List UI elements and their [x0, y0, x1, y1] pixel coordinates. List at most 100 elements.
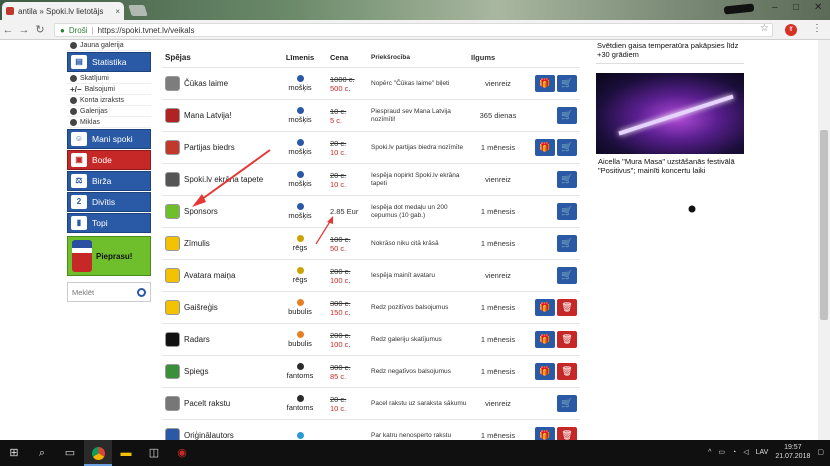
browser-menu-icon[interactable]: ⋮: [812, 23, 822, 34]
sidebar-item-skatijumi[interactable]: Skatījumi: [67, 73, 151, 84]
sidebar-item-galerijas[interactable]: Galerijas: [67, 106, 151, 117]
gift-button[interactable]: 🎁: [535, 363, 555, 380]
reload-icon[interactable]: ↻: [32, 23, 48, 36]
cart-button[interactable]: 🛒: [557, 235, 577, 252]
eye-icon: [70, 74, 77, 82]
sidebar-item-topi[interactable]: ▮ Topi: [67, 213, 151, 233]
gift-button[interactable]: 🎁: [535, 139, 555, 156]
item-name[interactable]: Čūkas laime: [184, 79, 228, 88]
news-item[interactable]: Aicella "Mura Masa" uzstāšanās festivālā…: [596, 154, 744, 178]
sidebar-item-birza[interactable]: ⚖ Birža: [67, 171, 151, 191]
actions-cell: 🛒: [529, 395, 577, 412]
description-cell: Spoki.lv partijas biedra nozīmīte: [371, 143, 464, 151]
item-name[interactable]: Partijas biedrs: [184, 143, 235, 152]
item-name[interactable]: Spoki.lv ekrāna tapete: [184, 175, 263, 184]
duration-cell: 1 mēnesis: [480, 207, 516, 216]
gift-button[interactable]: 🎁: [535, 331, 555, 348]
price-old: 300 c.: [330, 362, 351, 372]
file-explorer-icon[interactable]: ▬: [112, 440, 140, 466]
description-cell: Nopērc "Čūkas laime" biļeti: [371, 79, 450, 87]
header-duration: Ilgums: [471, 53, 496, 62]
item-name[interactable]: Avatara maiņa: [184, 271, 235, 280]
item-name[interactable]: Radars: [184, 335, 210, 344]
windows-start-icon[interactable]: ⊞: [0, 440, 28, 466]
news-image[interactable]: [596, 73, 744, 154]
back-icon[interactable]: ←: [0, 24, 16, 36]
browser-tab[interactable]: antila » Spoki.lv lietotājs ×: [2, 2, 124, 20]
tab-close-icon[interactable]: ×: [115, 7, 120, 16]
extension-icon[interactable]: ff: [785, 24, 797, 36]
level-icon: [296, 363, 304, 370]
cart-button[interactable]: 🛒: [557, 171, 577, 188]
trash-button[interactable]: 🗑: [557, 299, 577, 316]
scrollbar-thumb[interactable]: [820, 130, 828, 320]
site-favicon-icon: [6, 7, 14, 15]
wifi-icon[interactable]: ◔: [732, 449, 736, 456]
item-name[interactable]: Zīmulis: [184, 239, 210, 248]
puzzle-icon: [70, 118, 77, 126]
address-bar[interactable]: ● Droši | https://spoki.tvnet.lv/veikals: [54, 23, 773, 37]
sidebar-item-miklas[interactable]: Miklas: [67, 117, 151, 128]
chrome-icon[interactable]: [84, 440, 112, 466]
level-cell: mošķis: [274, 75, 326, 92]
description-cell: Redz negatīvos balsojumus: [371, 367, 451, 375]
item-name[interactable]: Sponsors: [184, 207, 218, 216]
gift-button[interactable]: 🎁: [535, 427, 555, 440]
item-icon: [165, 364, 180, 379]
sidebar-item-balsojumi[interactable]: +/− Balsojumi: [67, 84, 151, 95]
sidebar-item-jauna-galerija[interactable]: Jauna galerija: [67, 40, 151, 51]
news-item[interactable]: Svētdien gaisa temperatūra pakāpsies līd…: [596, 40, 744, 64]
cart-button[interactable]: 🛒: [557, 107, 577, 124]
app-icon[interactable]: ◉: [168, 440, 196, 466]
sidebar-item-statistika[interactable]: ▤ Statistika: [67, 52, 151, 72]
battery-icon[interactable]: ▭: [718, 448, 725, 456]
sidebar-item-mani-spoki[interactable]: ☺ Mani spoki: [67, 129, 151, 149]
minimize-icon[interactable]: –: [772, 2, 778, 13]
level-icon: [296, 75, 304, 82]
search-icon[interactable]: ⌕: [28, 440, 56, 466]
sidebar-item-bode[interactable]: ▣ Bode: [67, 150, 151, 170]
cart-button[interactable]: 🛒: [557, 75, 577, 92]
item-name[interactable]: Gaišreģis: [184, 303, 218, 312]
pieprasu-banner[interactable]: Pieprasu!: [67, 236, 151, 276]
chevron-up-icon[interactable]: ^: [708, 449, 711, 456]
price-cell: 1000 c. 500 c.: [326, 75, 368, 93]
forward-icon[interactable]: →: [16, 24, 32, 36]
cart-button[interactable]: 🛒: [557, 203, 577, 220]
gift-button[interactable]: 🎁: [535, 299, 555, 316]
gift-button[interactable]: 🎁: [535, 75, 555, 92]
store-icon[interactable]: ◫: [140, 440, 168, 466]
item-icon: [165, 300, 180, 315]
language-indicator[interactable]: LAV: [756, 449, 769, 456]
item-name[interactable]: Mana Latvija!: [184, 111, 232, 120]
price-cell: 20 c. 10 c.: [326, 395, 368, 413]
level-cell: mošķis: [274, 171, 326, 188]
task-view-icon[interactable]: ▭: [56, 440, 84, 466]
level-icon: [296, 203, 304, 210]
trash-button[interactable]: 🗑: [557, 427, 577, 440]
maximize-icon[interactable]: □: [793, 2, 799, 13]
table-row: Sponsors mošķis 2.85 Eur Iespēja dot medaļu…: [162, 195, 580, 227]
trash-button[interactable]: 🗑: [557, 331, 577, 348]
cart-button[interactable]: 🛒: [557, 139, 577, 156]
sidebar-item-konta-izraksts[interactable]: Konta izraksts: [67, 95, 151, 106]
item-name[interactable]: Spiegs: [184, 367, 208, 376]
item-name[interactable]: Pacelt rakstu: [184, 399, 230, 408]
scrollbar[interactable]: [818, 40, 830, 440]
price-new: 10 c.: [330, 179, 347, 189]
close-window-icon[interactable]: ✕: [814, 2, 822, 13]
search-icon[interactable]: [137, 287, 146, 297]
item-name-cell: Spoki.lv ekrāna tapete: [162, 172, 274, 187]
sidebar-item-divitis[interactable]: 2 Divītis: [67, 192, 151, 212]
bookmark-star-icon[interactable]: ☆: [760, 23, 769, 34]
cart-button[interactable]: 🛒: [557, 267, 577, 284]
level-label: mošķis: [288, 179, 312, 188]
notifications-icon[interactable]: ▢: [817, 448, 824, 456]
volume-icon[interactable]: ◁: [743, 448, 748, 456]
new-tab-button[interactable]: [128, 5, 148, 16]
cart-button[interactable]: 🛒: [557, 395, 577, 412]
item-name[interactable]: Oriģinālautors: [184, 431, 234, 440]
search-field[interactable]: Meklēt: [67, 282, 151, 302]
clock[interactable]: 19:57 21.07.2018: [775, 443, 810, 461]
trash-button[interactable]: 🗑: [557, 363, 577, 380]
